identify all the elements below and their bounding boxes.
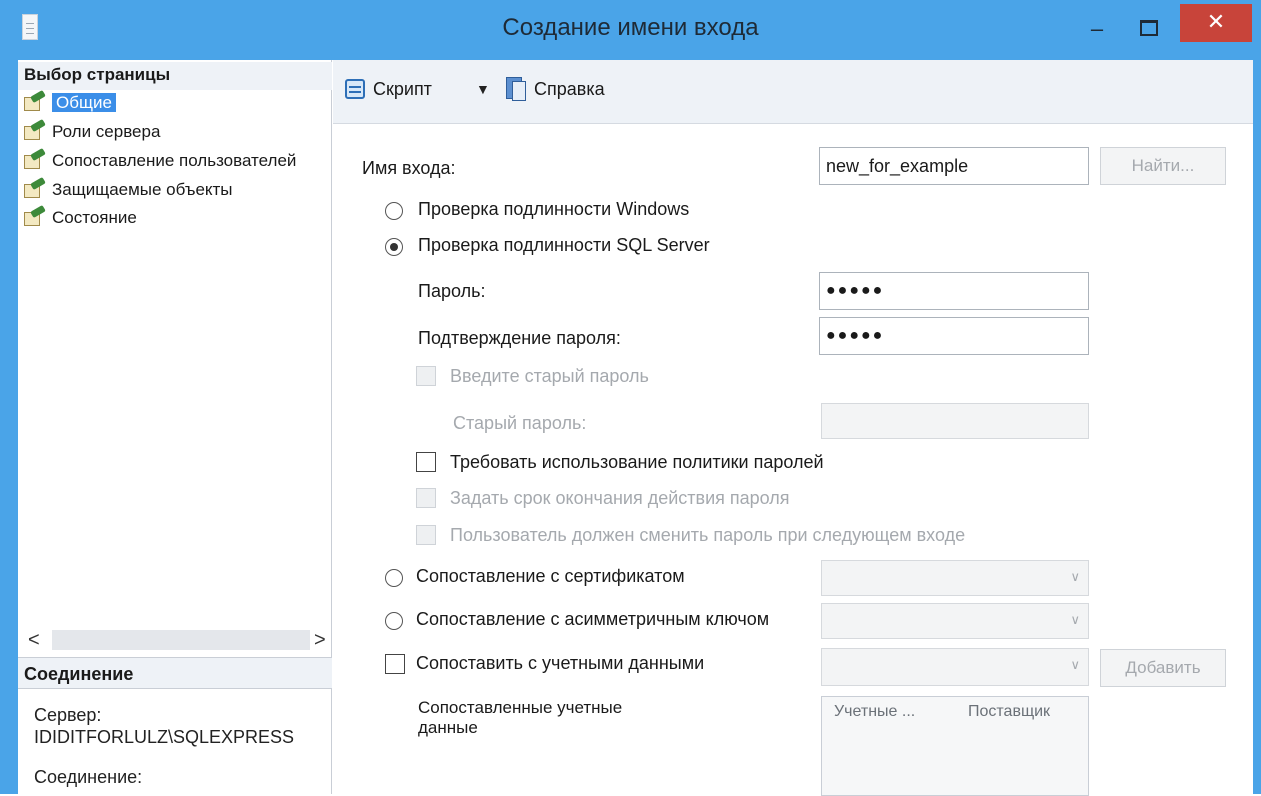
chevron-down-icon: ∨ <box>1070 569 1080 584</box>
map-certificate-radio[interactable] <box>385 569 403 587</box>
enforce-expiration-label: Задать срок окончания действия пароля <box>450 488 790 508</box>
chevron-down-icon: ∨ <box>1070 612 1080 627</box>
must-change-label: Пользователь должен сменить пароль при с… <box>450 525 966 545</box>
page-item-user-mapping[interactable]: Сопоставление пользователей <box>24 148 330 174</box>
auth-sql-radio[interactable] <box>385 238 403 256</box>
map-certificate-label[interactable]: Сопоставление с сертификатом <box>416 566 685 587</box>
page-wrench-icon <box>24 90 46 111</box>
connection-header: Соединение <box>18 657 332 689</box>
horizontal-scrollbar[interactable]: < > <box>24 627 330 653</box>
enforce-policy-label[interactable]: Требовать использование политики паролей <box>450 452 824 473</box>
help-book-icon <box>504 77 530 101</box>
login-name-input[interactable]: new_for_example <box>819 147 1089 185</box>
old-password-checkbox[interactable] <box>416 366 436 386</box>
auth-windows-label[interactable]: Проверка подлинности Windows <box>418 199 689 220</box>
page-wrench-icon <box>24 205 46 226</box>
page-wrench-icon <box>24 119 46 140</box>
mapped-credentials-label: Сопоставленные учетные данные <box>418 698 623 737</box>
find-button[interactable]: Найти... <box>1100 147 1226 185</box>
must-change-checkbox[interactable] <box>416 525 436 545</box>
login-name-label: Имя входа: <box>362 158 456 178</box>
grid-col-provider[interactable]: Поставщик <box>968 703 1050 721</box>
window-frame-left <box>0 60 18 794</box>
enforce-expiration-checkbox[interactable] <box>416 488 436 508</box>
page-item-securables[interactable]: Защищаемые объекты <box>24 177 330 203</box>
old-password-label: Старый пароль: <box>453 413 587 433</box>
page-item-status[interactable]: Состояние <box>24 205 330 231</box>
script-dropdown-icon[interactable]: ▼ <box>476 74 490 104</box>
mapped-credentials-grid[interactable]: Учетные ... Поставщик <box>821 696 1089 796</box>
page-item-general[interactable]: Общие <box>24 90 330 116</box>
grid-col-credentials[interactable]: Учетные ... <box>834 703 915 721</box>
chevron-down-icon: ∨ <box>1070 657 1080 672</box>
scroll-right-icon[interactable]: > <box>314 627 326 653</box>
map-asym-key-radio[interactable] <box>385 612 403 630</box>
password-label: Пароль: <box>418 281 486 301</box>
page-item-server-roles[interactable]: Роли сервера <box>24 119 330 145</box>
server-label: Сервер: <box>34 705 102 725</box>
server-value: IDIDITFORLULZ\SQLEXPRESS <box>34 727 295 747</box>
map-credentials-checkbox[interactable] <box>385 654 405 674</box>
toolbar <box>333 60 1253 124</box>
asym-key-select[interactable]: ∨ <box>821 603 1089 639</box>
scrollbar-thumb[interactable] <box>52 630 310 650</box>
auth-sql-label[interactable]: Проверка подлинности SQL Server <box>418 235 710 256</box>
connection-label: Соединение: <box>34 767 143 787</box>
page-item-label: Общие <box>52 93 116 112</box>
close-button[interactable]: ✕ <box>1180 4 1252 42</box>
add-button[interactable]: Добавить <box>1100 649 1226 687</box>
old-password-input[interactable] <box>821 403 1089 439</box>
map-asym-key-label[interactable]: Сопоставление с асимметричным ключом <box>416 609 769 630</box>
page-item-label: Защищаемые объекты <box>52 180 233 199</box>
page-item-label: Состояние <box>52 208 137 227</box>
script-icon <box>343 77 369 101</box>
window-title: Создание имени входа <box>502 14 759 41</box>
help-button[interactable]: Справка <box>504 74 605 104</box>
enforce-policy-checkbox[interactable] <box>416 452 436 472</box>
page-wrench-icon <box>24 177 46 198</box>
credentials-select[interactable]: ∨ <box>821 648 1089 686</box>
window-frame-right <box>1253 60 1261 794</box>
script-label: Скрипт <box>373 79 432 99</box>
auth-windows-radio[interactable] <box>385 202 403 220</box>
maximize-button[interactable] <box>1131 12 1163 42</box>
page-item-label: Сопоставление пользователей <box>52 151 297 170</box>
map-credentials-label[interactable]: Сопоставить с учетными данными <box>416 653 704 674</box>
pages-header: Выбор страницы <box>18 62 332 90</box>
minimize-button[interactable]: – <box>1082 18 1112 44</box>
page-item-label: Роли сервера <box>52 122 161 141</box>
certificate-select[interactable]: ∨ <box>821 560 1089 596</box>
confirm-password-input[interactable]: ●●●●● <box>819 317 1089 355</box>
page-wrench-icon <box>24 148 46 169</box>
help-label: Справка <box>534 79 605 99</box>
scroll-left-icon[interactable]: < <box>28 627 40 653</box>
script-button[interactable]: Скрипт <box>343 74 432 104</box>
old-password-check-label: Введите старый пароль <box>450 366 649 386</box>
password-input[interactable]: ●●●●● <box>819 272 1089 310</box>
confirm-password-label: Подтверждение пароля: <box>418 328 621 348</box>
